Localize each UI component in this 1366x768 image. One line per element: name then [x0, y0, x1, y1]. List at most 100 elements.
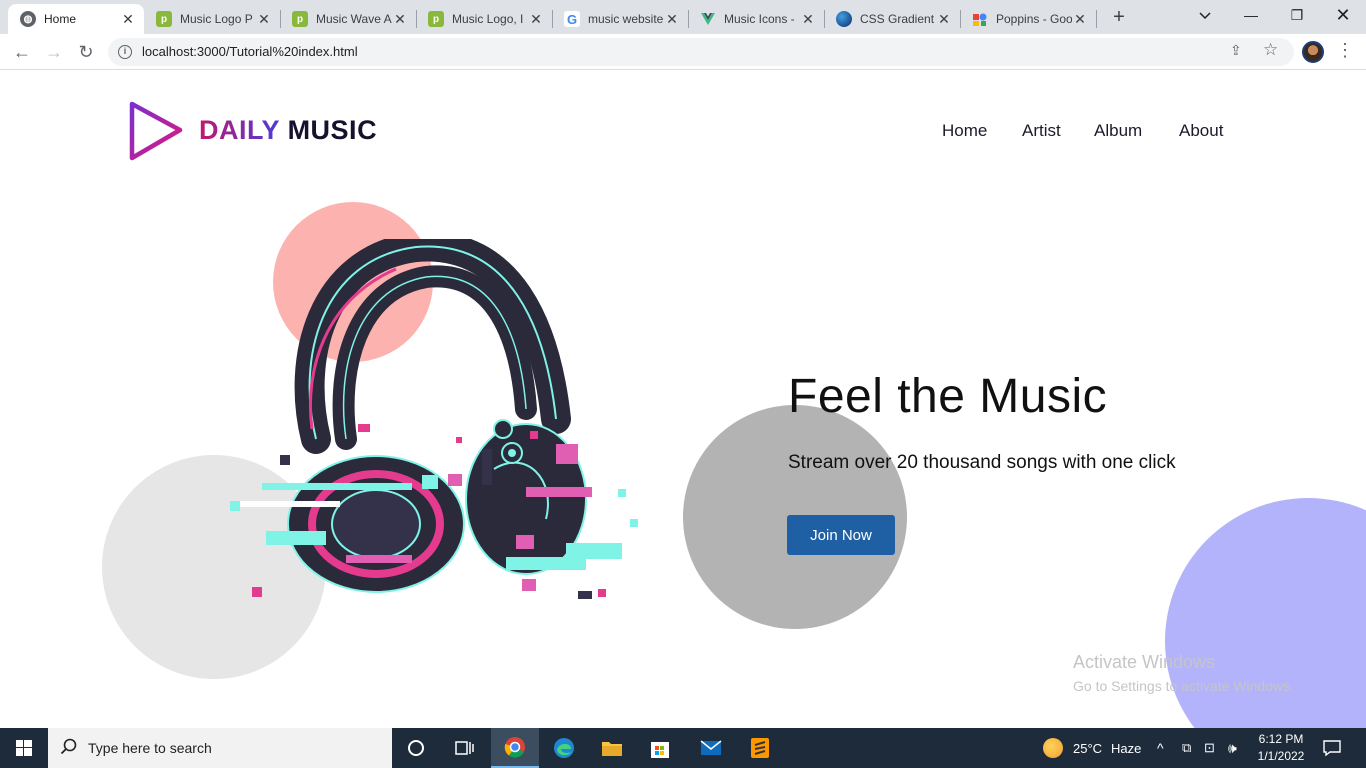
back-button[interactable]: ← [10, 40, 34, 64]
tab-strip: ◍ Home ✕ p Music Logo P ✕ p Music Wave A… [0, 0, 1366, 34]
close-icon[interactable]: ✕ [936, 11, 952, 27]
close-icon[interactable]: ✕ [392, 11, 408, 27]
address-bar[interactable]: i localhost:3000/Tutorial%20index.html ⇪… [108, 38, 1294, 66]
info-icon[interactable]: i [118, 45, 132, 59]
freepik-icon: p [428, 11, 444, 27]
edge-icon [554, 738, 574, 758]
close-icon[interactable]: ✕ [664, 11, 680, 27]
restore-button[interactable]: ❐ [1274, 0, 1320, 34]
browser-toolbar: ← → ↻ i localhost:3000/Tutorial%20index.… [0, 34, 1366, 70]
tab-title: Music Logo, I [452, 12, 524, 26]
google-fonts-icon [972, 11, 988, 27]
meet-now-icon[interactable]: ⧉ [1182, 728, 1191, 768]
close-icon[interactable]: ✕ [256, 11, 272, 27]
tab-music-wave[interactable]: p Music Wave A ✕ [280, 4, 416, 34]
windows-taskbar: Type here to search 25°C Haze ^ ⧉ ⊡ 🕪 6: [0, 728, 1366, 768]
tab-separator [1096, 10, 1097, 28]
reload-button[interactable]: ↻ [74, 40, 98, 64]
cortana-icon [408, 740, 424, 756]
brand-word-daily: DAILY [199, 115, 280, 145]
tab-css-gradient[interactable]: CSS Gradient ✕ [824, 4, 960, 34]
tab-poppins[interactable]: Poppins - Goo ✕ [960, 4, 1096, 34]
network-icon[interactable]: ⊡ [1204, 728, 1215, 768]
tab-home[interactable]: ◍ Home ✕ [8, 4, 144, 34]
system-clock[interactable]: 6:12 PM 1/1/2022 [1252, 731, 1310, 765]
minimize-button[interactable]: — [1228, 0, 1274, 34]
tab-music-website[interactable]: G music website ✕ [552, 4, 688, 34]
tab-title: CSS Gradient [860, 12, 935, 26]
chrome-taskbar-button[interactable] [491, 728, 539, 768]
edge-taskbar-button[interactable] [540, 728, 588, 768]
url-text[interactable]: localhost:3000/Tutorial%20index.html [142, 44, 358, 59]
mail-icon [700, 740, 722, 755]
tab-title: Music Logo P [180, 12, 253, 26]
chrome-icon [504, 737, 525, 758]
cortana-button[interactable] [392, 728, 440, 768]
close-window-button[interactable]: ✕ [1320, 0, 1366, 34]
taskbar-search[interactable]: Type here to search [48, 728, 392, 768]
close-icon[interactable]: ✕ [1072, 11, 1088, 27]
nav-album[interactable]: Album [1094, 121, 1142, 141]
store-icon [651, 742, 669, 758]
action-center-button[interactable] [1322, 728, 1342, 768]
start-button[interactable] [0, 728, 48, 768]
tab-title: Music Wave A [316, 12, 392, 26]
clock-time: 6:12 PM [1258, 732, 1304, 746]
notification-icon [1323, 740, 1341, 757]
weather-temp: 25°C [1073, 740, 1103, 756]
play-logo-icon [129, 101, 183, 161]
close-icon[interactable]: ✕ [120, 11, 136, 27]
tab-title: music website [588, 12, 664, 26]
nav-home[interactable]: Home [942, 121, 987, 141]
profile-avatar[interactable] [1302, 41, 1324, 63]
tab-title: Poppins - Goo [996, 12, 1072, 26]
sublime-text-icon [751, 738, 769, 758]
search-icon [60, 738, 77, 755]
clock-date: 1/1/2022 [1257, 749, 1305, 763]
hero-title: Feel the Music [788, 370, 1108, 423]
vuejs-icon [700, 11, 716, 27]
new-tab-button[interactable]: + [1108, 6, 1130, 28]
folder-icon [602, 742, 622, 756]
nav-about[interactable]: About [1179, 121, 1223, 141]
hero-subtitle: Stream over 20 thousand songs with one c… [788, 452, 1176, 473]
tab-music-logo-p[interactable]: p Music Logo P ✕ [144, 4, 280, 34]
show-hidden-icons-button[interactable]: ^ [1157, 728, 1164, 768]
haze-weather-icon [1043, 738, 1063, 758]
web-page: DAILY MUSIC Home Artist Album About Feel… [0, 71, 1366, 728]
tab-search-button[interactable] [1182, 0, 1228, 34]
sublime-taskbar-button[interactable] [736, 728, 784, 768]
watermark-title: Activate Windows [1073, 652, 1216, 672]
search-placeholder: Type here to search [88, 740, 212, 756]
tab-title: Music Icons - [724, 12, 795, 26]
bookmark-star-icon[interactable]: ☆ [1263, 40, 1278, 60]
google-icon: G [564, 11, 580, 27]
freepik-icon: p [292, 11, 308, 27]
chevron-down-icon [1199, 12, 1211, 20]
share-icon[interactable]: ⇪ [1230, 42, 1242, 59]
volume-icon[interactable]: 🕪 [1228, 728, 1237, 768]
close-icon[interactable]: ✕ [800, 11, 816, 27]
windows-logo-icon [16, 740, 32, 756]
headphones-illustration [230, 239, 638, 599]
join-now-button[interactable]: Join Now [787, 515, 895, 555]
task-view-icon [455, 741, 474, 755]
tab-music-icons[interactable]: Music Icons - ✕ [688, 4, 824, 34]
brand-name[interactable]: DAILY MUSIC [199, 115, 377, 146]
task-view-button[interactable] [440, 728, 488, 768]
tab-title: Home [44, 12, 77, 26]
close-icon[interactable]: ✕ [528, 11, 544, 27]
globe-icon: ◍ [20, 11, 36, 27]
activate-windows-watermark: Activate Windows Go to Settings to activ… [1073, 652, 1294, 694]
tab-music-logo-i[interactable]: p Music Logo, I ✕ [416, 4, 552, 34]
freepik-icon: p [156, 11, 172, 27]
forward-button[interactable]: → [42, 40, 66, 64]
file-explorer-taskbar-button[interactable] [588, 728, 636, 768]
mail-taskbar-button[interactable] [687, 728, 735, 768]
brand-word-music: MUSIC [287, 115, 378, 145]
nav-artist[interactable]: Artist [1022, 121, 1061, 141]
weather-condition: Haze [1111, 740, 1142, 756]
store-taskbar-button[interactable] [636, 728, 684, 768]
more-menu-icon[interactable]: ⋮ [1336, 40, 1354, 61]
weather-widget[interactable]: 25°C Haze [1043, 728, 1141, 768]
